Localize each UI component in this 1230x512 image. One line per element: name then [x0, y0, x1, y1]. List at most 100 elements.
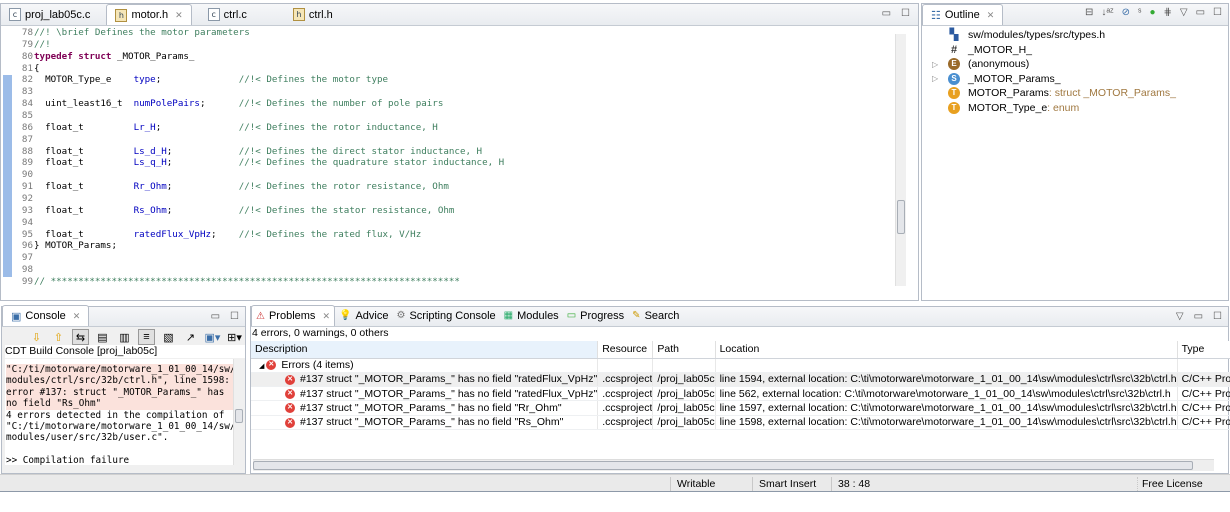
line-text: float_t Rs_Ohm; //!< Defines the stator … [34, 205, 454, 217]
cell-text: line 1594, external location: C:\ti\moto… [719, 373, 1177, 386]
scrollbar-thumb[interactable] [897, 200, 905, 234]
minimize-icon[interactable]: ▭ [1196, 7, 1205, 18]
hide-static-icon[interactable]: ˢ [1138, 7, 1141, 18]
outline-item[interactable]: ▚ sw/modules/types/src/types.h [922, 28, 1228, 43]
close-icon[interactable]: ✕ [987, 10, 995, 21]
line-text: uint_least16_t numPolePairs; //!< Define… [34, 98, 443, 110]
minimize-icon[interactable]: ▭ [1194, 311, 1203, 322]
tab-motor-h[interactable]: h motor.h ✕ [106, 4, 192, 25]
scrollbar-thumb[interactable] [235, 409, 243, 423]
hide-nonpublic-icon[interactable]: ● [1149, 7, 1155, 18]
code-line: 79//! [1, 39, 896, 51]
tab-search[interactable]: ✎ Search [628, 305, 683, 326]
code-token: //!< Defines the rotor resistance, Ohm [238, 181, 449, 193]
cell-text: C/C++ Problem [1181, 402, 1230, 415]
problem-row[interactable]: ✕ #137 struct "_MOTOR_Params_" has no fie… [251, 372, 1230, 388]
word-wrap-icon[interactable]: ≡ [138, 329, 155, 345]
minimize-icon[interactable]: ▭ [211, 311, 220, 322]
display-console-icon[interactable]: ▣▾ [204, 329, 221, 345]
expand-arrow-icon[interactable]: ▷ [932, 60, 944, 69]
code-editor[interactable]: 78//! \brief Defines the motor parameter… [1, 27, 896, 290]
pin-console-icon[interactable]: ↗ [182, 329, 199, 345]
maximize-icon[interactable]: ☐ [1213, 7, 1222, 18]
code-token: // *************************************… [34, 276, 460, 288]
view-menu-icon[interactable]: ▽ [1176, 311, 1184, 322]
maximize-icon[interactable]: ☐ [230, 311, 239, 322]
close-icon[interactable]: ✕ [73, 311, 81, 322]
copy-build-log-icon[interactable]: ▥ [116, 329, 133, 345]
column-header-path[interactable]: Path [652, 341, 716, 359]
arrow-down-icon[interactable]: ⇩ [28, 329, 45, 345]
code-token: float_t [34, 145, 134, 157]
problem-row[interactable]: ✕ #137 struct "_MOTOR_Params_" has no fie… [251, 386, 1230, 402]
console-line: "C:/ti/motorware/motorware_1_01_00_14/sw… [6, 420, 235, 432]
sort-icon[interactable]: ↓ᵃᶻ [1101, 7, 1113, 18]
tab-console[interactable]: ▣ Console ✕ [2, 305, 90, 326]
outline-item[interactable]: ▷ E (anonymous) [922, 57, 1228, 72]
clear-console-icon[interactable]: ▧ [160, 329, 177, 345]
maximize-icon[interactable]: ☐ [1213, 311, 1222, 322]
scripting-console-icon: ⚙ [396, 310, 406, 321]
close-icon[interactable]: ✕ [322, 311, 330, 322]
console-output[interactable]: "C:/ti/motorware/motorware_1_01_00_14/sw… [5, 359, 235, 465]
line-number: 91 [21, 181, 33, 193]
group-cell: ◢ ✕ Errors (4 items) [251, 358, 599, 373]
tab-outline[interactable]: ☷ Outline ✕ [922, 4, 1004, 25]
cell-text: C/C++ Problem [1181, 373, 1230, 386]
minimize-icon[interactable]: ▭ [882, 8, 891, 19]
code-token: float_t [34, 181, 134, 193]
console-scrollbar[interactable] [233, 359, 244, 465]
view-menu-icon[interactable]: ▽ [1180, 7, 1188, 18]
outline-item[interactable]: # _MOTOR_H_ [922, 43, 1228, 58]
problem-row[interactable]: ✕ #137 struct "_MOTOR_Params_" has no fie… [251, 415, 1230, 430]
group-icon[interactable]: ⋕ [1163, 7, 1171, 18]
tab-scripting-console[interactable]: ⚙ Scripting Console [392, 305, 499, 326]
code-line: 95 float_t ratedFlux_VpHz; //!< Defines … [1, 229, 896, 241]
problems-tabbar: ⚠ Problems ✕ 💡 Advice ⚙ Scripting Console ▦ Modu… [251, 305, 1228, 327]
c-file-icon: c [9, 8, 21, 21]
scroll-lock-icon[interactable]: ⇆ [72, 329, 89, 345]
status-license[interactable]: Free License [1142, 478, 1203, 490]
empty-cell [1177, 358, 1230, 373]
cell-location: line 562, external location: C:\ti\motor… [715, 386, 1178, 402]
cell-text: line 1597, external location: C:\ti\moto… [719, 402, 1177, 415]
error-icon: ✕ [285, 403, 295, 414]
close-icon[interactable]: ✕ [175, 10, 183, 21]
outline-item[interactable]: ▷ S _MOTOR_Params_ [922, 72, 1228, 87]
tab-advice[interactable]: 💡 Advice [335, 305, 392, 326]
tab-ctrl-c[interactable]: c ctrl.c [200, 4, 255, 25]
code-token: //!< Defines the quadrature stator induc… [238, 157, 505, 169]
tab-proj_lab05c-c[interactable]: c proj_lab05c.c [1, 4, 98, 25]
collapse-all-icon[interactable]: ⊟ [1085, 7, 1093, 18]
problem-row[interactable]: ✕ #137 struct "_MOTOR_Params_" has no fie… [251, 400, 1230, 416]
tab-ctrl-h[interactable]: h ctrl.h [285, 4, 341, 25]
column-header-type[interactable]: Type [1177, 341, 1230, 359]
column-header-description[interactable]: Description [251, 341, 599, 359]
expand-arrow-icon[interactable]: ▷ [932, 74, 944, 83]
hide-fields-icon[interactable]: ⊘ [1122, 7, 1130, 18]
open-console-icon[interactable]: ⊞▾ [226, 329, 243, 345]
outline-item[interactable]: T MOTOR_Params : struct _MOTOR_Params_ [922, 86, 1228, 101]
editor-scrollbar[interactable] [895, 34, 906, 286]
copy-console-icon[interactable]: ▤ [94, 329, 111, 345]
outline-item[interactable]: T MOTOR_Type_e : enum [922, 101, 1228, 116]
column-header-location[interactable]: Location [715, 341, 1178, 359]
cell-text: #137 struct "_MOTOR_Params_" has no fiel… [300, 416, 564, 429]
problems-hscrollbar[interactable] [253, 459, 1214, 471]
scrollbar-thumb[interactable] [253, 461, 1193, 470]
tab-problems[interactable]: ⚠ Problems ✕ [251, 305, 335, 326]
tab-progress[interactable]: ▭ Progress [563, 305, 628, 326]
collapse-arrow-icon[interactable]: ◢ [259, 363, 266, 370]
maximize-icon[interactable]: ☐ [901, 8, 910, 19]
line-number: 99 [21, 276, 33, 288]
code-token: } MOTOR_Params; [34, 240, 117, 252]
console-line: >> Compilation failure [6, 455, 130, 465]
console-subtitle: CDT Build Console [proj_lab05c] [5, 345, 245, 358]
tab-modules[interactable]: ▦ Modules [500, 305, 563, 326]
error-group-row[interactable]: ◢ ✕ Errors (4 items) [251, 358, 1230, 373]
column-header-resource[interactable]: Resource [597, 341, 654, 359]
arrow-up-icon[interactable]: ⇧ [50, 329, 67, 345]
code-token: float_t [34, 121, 134, 133]
status-insert-mode: Smart Insert [759, 478, 817, 490]
